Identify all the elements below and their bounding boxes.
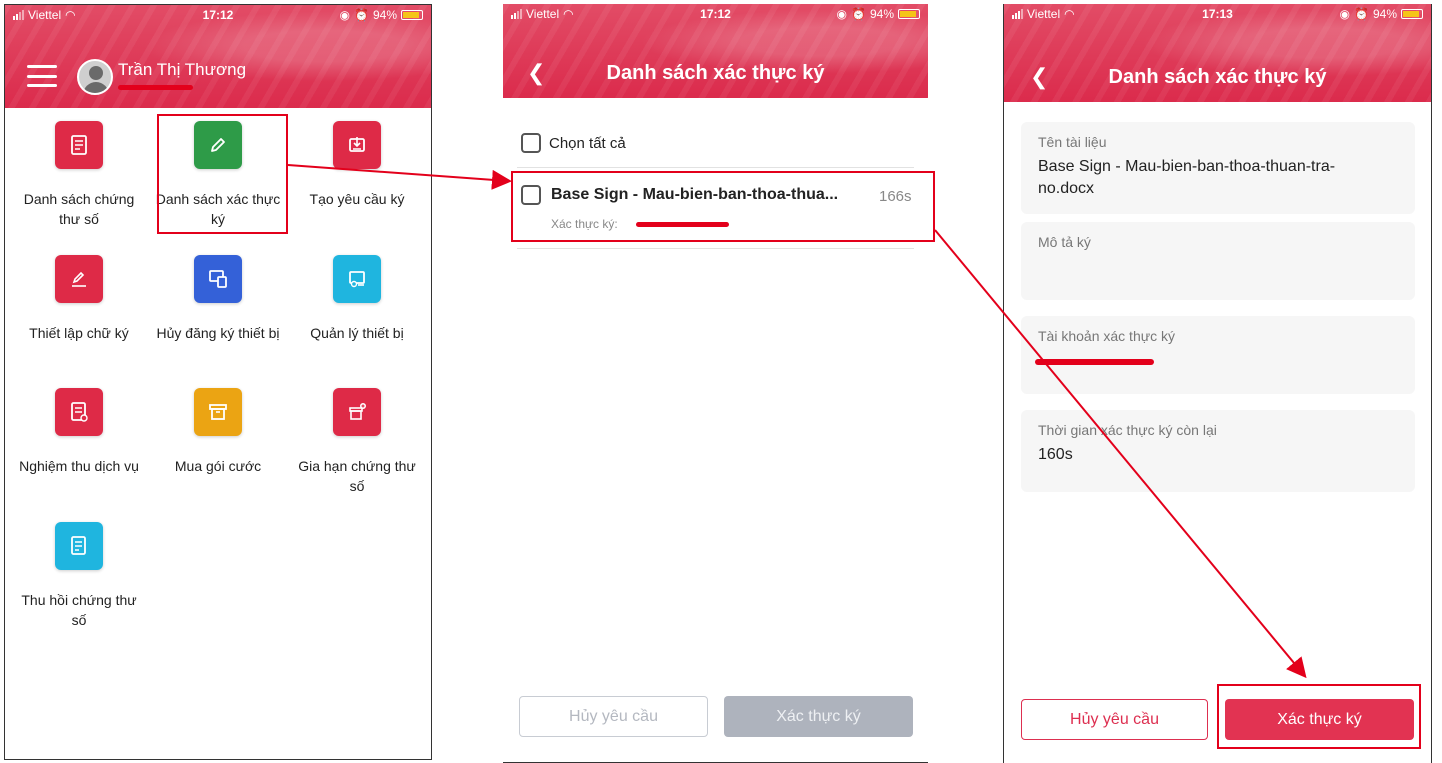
status-right: ◉ ⏰ 94%	[340, 8, 423, 22]
confirm-signing-button[interactable]: Xác thực ký	[1225, 699, 1414, 740]
signing-detail-screen: Viettel ◠ 17:13 ◉ ⏰ 94% ❮ Danh sách xác …	[1003, 4, 1432, 763]
menu-item-label: Tạo yêu cầu ký	[309, 191, 405, 207]
menu-item-label: Danh sách xác thực ký	[155, 191, 281, 227]
menu-icon[interactable]	[27, 65, 57, 87]
menu-item-device-management[interactable]: Quản lý thiết bị	[292, 255, 422, 343]
page-title: Danh sách xác thực ký	[1108, 66, 1327, 88]
certificate-list-icon	[55, 121, 103, 169]
revoke-doc-icon	[55, 522, 103, 570]
menu-item-service-acceptance[interactable]: Nghiệm thu dịch vụ	[14, 388, 144, 476]
countdown: 166s	[879, 188, 912, 205]
alarm-icon: ⏰	[851, 7, 866, 21]
menu-item-signing-auth-list[interactable]: Danh sách xác thực ký	[153, 121, 283, 229]
acceptance-doc-icon	[55, 388, 103, 436]
status-right: ◉ ⏰ 94%	[1340, 7, 1423, 21]
signing-account-field: Tài khoản xác thực ký	[1021, 316, 1415, 394]
account-label: Xác thực ký:	[551, 217, 618, 231]
list-item[interactable]: Base Sign - Mau-bien-ban-thoa-thua... 16…	[513, 172, 928, 242]
alarm-icon: ⏰	[1354, 7, 1369, 21]
battery-icon	[401, 10, 423, 20]
field-label: Tài khoản xác thực ký	[1038, 328, 1175, 344]
cancel-request-button[interactable]: Hủy yêu cầu	[519, 696, 708, 737]
renew-box-icon	[333, 388, 381, 436]
divider	[517, 167, 914, 168]
menu-item-certificate-list[interactable]: Danh sách chứng thư số	[14, 121, 144, 229]
battery-icon	[898, 9, 920, 19]
device-settings-icon	[333, 255, 381, 303]
menu-item-label: Thiết lập chữ ký	[29, 325, 129, 341]
menu-item-label: Quản lý thiết bị	[310, 325, 404, 341]
signing-list-screen: Viettel ◠ 17:12 ◉ ⏰ 94% ❮ Danh sách xác …	[503, 4, 928, 763]
redaction-mark	[636, 222, 729, 227]
select-all-row[interactable]: Chọn tất cả	[521, 133, 626, 153]
user-name: Trần Thị Thương	[118, 60, 247, 79]
menu-item-unregister-device[interactable]: Hủy đăng ký thiết bị	[153, 255, 283, 343]
menu-item-label: Danh sách chứng thư số	[23, 191, 135, 227]
redaction-mark	[1035, 359, 1154, 365]
confirm-signing-button[interactable]: Xác thực ký	[724, 696, 913, 737]
select-all-label: Chọn tất cả	[549, 134, 626, 152]
document-name: Base Sign - Mau-bien-ban-thoa-thua...	[551, 186, 839, 203]
menu-item-label: Thu hồi chứng thư số	[21, 592, 137, 628]
cancel-request-button[interactable]: Hủy yêu cầu	[1021, 699, 1208, 740]
menu-item-label: Gia hạn chứng thư số	[298, 458, 416, 494]
divider	[517, 248, 914, 249]
field-value: 160s	[1038, 446, 1073, 463]
status-bar: Viettel ◠ 17:13 ◉ ⏰ 94%	[1004, 4, 1431, 26]
field-label: Tên tài liệu	[1038, 134, 1107, 150]
sign-request-icon	[333, 121, 381, 169]
sign-description-field: Mô tả ký	[1021, 222, 1415, 300]
page-title: Danh sách xác thực ký	[606, 62, 825, 84]
item-checkbox[interactable]	[521, 185, 541, 205]
redaction-mark	[118, 85, 193, 90]
alarm-icon: ⏰	[354, 8, 369, 22]
select-all-checkbox[interactable]	[521, 133, 541, 153]
devices-icon	[194, 255, 242, 303]
menu-item-renew-certificate[interactable]: Gia hạn chứng thư số	[292, 388, 422, 496]
package-icon	[194, 388, 242, 436]
field-value: Base Sign - Mau-bien-ban-thoa-thuan-tra-…	[1038, 158, 1336, 197]
home-screen: Viettel ◠ 17:12 ◉ ⏰ 94% Trần Thị Thương …	[4, 4, 432, 760]
menu-item-label: Hủy đăng ký thiết bị	[156, 325, 280, 341]
status-bar: Viettel ◠ 17:12 ◉ ⏰ 94%	[503, 4, 928, 26]
menu-item-label: Nghiệm thu dịch vụ	[19, 458, 139, 474]
battery-percent: 94%	[372, 8, 397, 22]
detail-header: Viettel ◠ 17:13 ◉ ⏰ 94% ❮ Danh sách xác …	[1004, 4, 1431, 102]
list-header: Viettel ◠ 17:12 ◉ ⏰ 94% ❮ Danh sách xác …	[503, 4, 928, 98]
field-label: Thời gian xác thực ký còn lại	[1038, 422, 1217, 438]
status-bar: Viettel ◠ 17:12 ◉ ⏰ 94%	[5, 5, 431, 27]
menu-item-revoke-certificate[interactable]: Thu hồi chứng thư số	[14, 522, 144, 630]
menu-item-signature-setup[interactable]: Thiết lập chữ ký	[14, 255, 144, 343]
home-header: Viettel ◠ 17:12 ◉ ⏰ 94% Trần Thị Thương	[5, 5, 431, 108]
menu-item-create-sign-request[interactable]: Tạo yêu cầu ký	[292, 121, 422, 209]
battery-icon	[1401, 9, 1423, 19]
lock-rotation-icon: ◉	[836, 7, 848, 21]
signature-icon	[55, 255, 103, 303]
battery-percent: 94%	[1372, 7, 1397, 21]
remaining-time-field: Thời gian xác thực ký còn lại 160s	[1021, 410, 1415, 492]
menu-item-label: Mua gói cước	[174, 458, 262, 474]
menu-item-buy-package[interactable]: Mua gói cước	[153, 388, 283, 476]
status-right: ◉ ⏰ 94%	[837, 7, 920, 21]
lock-rotation-icon: ◉	[1339, 7, 1351, 21]
field-label: Mô tả ký	[1038, 234, 1091, 250]
pencil-icon	[194, 121, 242, 169]
lock-rotation-icon: ◉	[339, 8, 351, 22]
document-name-field: Tên tài liệu Base Sign - Mau-bien-ban-th…	[1021, 122, 1415, 214]
battery-percent: 94%	[869, 7, 894, 21]
avatar[interactable]	[77, 59, 113, 95]
